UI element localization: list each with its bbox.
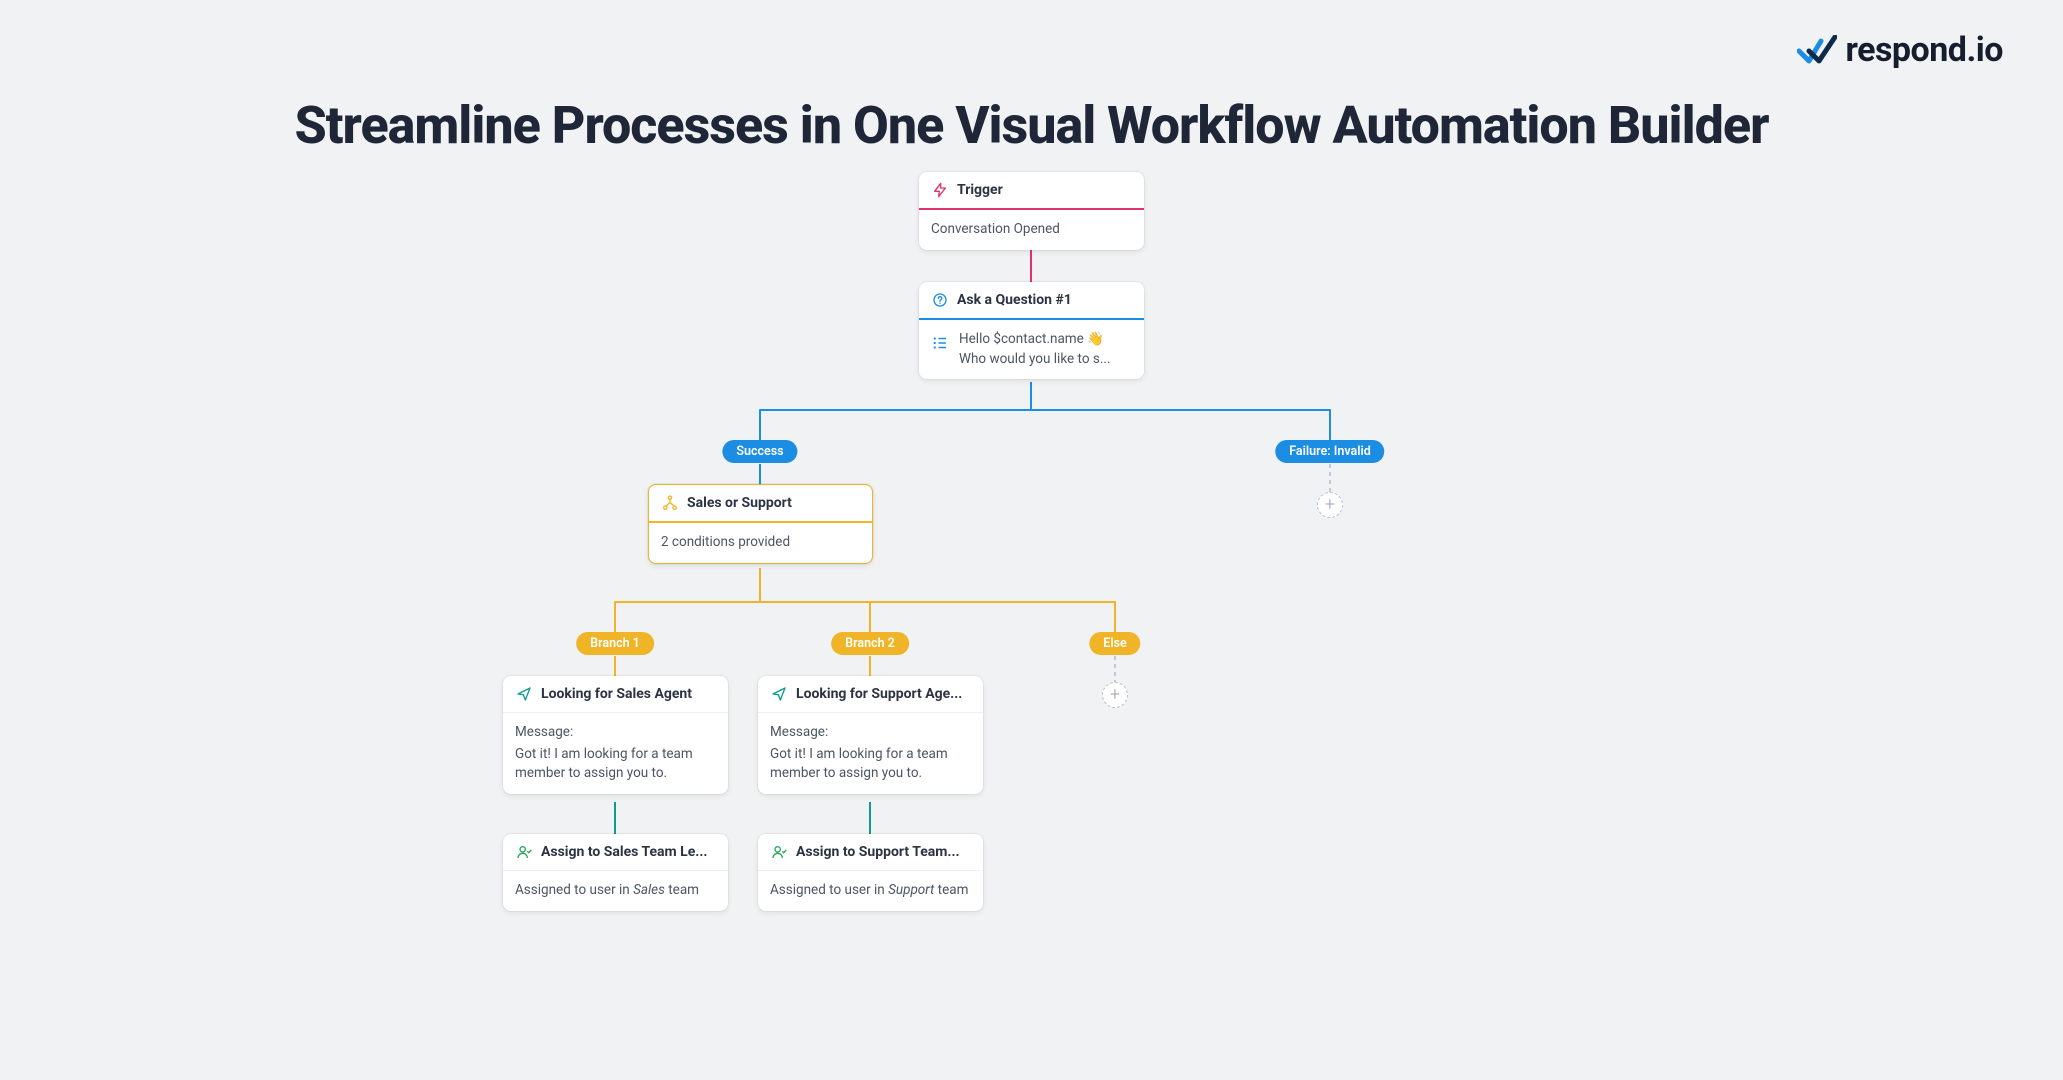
send-icon: [770, 685, 788, 703]
workflow-canvas[interactable]: Trigger Conversation Opened Ask a Questi…: [0, 170, 2063, 1080]
node-title: Looking for Sales Agent: [541, 686, 692, 702]
trigger-icon: [931, 181, 949, 199]
node-message-support[interactable]: Looking for Support Age... Message: Got …: [758, 676, 983, 794]
node-ask-question[interactable]: Ask a Question #1 Hello $contact.name 👋 …: [919, 282, 1144, 379]
page-title: Streamline Processes in One Visual Workf…: [0, 95, 2063, 156]
node-title: Trigger: [957, 182, 1003, 198]
node-body: Assigned to user in Support team: [758, 871, 983, 911]
brand-checkmark-icon: [1797, 35, 1837, 65]
pill-success[interactable]: Success: [722, 440, 797, 463]
node-title: Sales or Support: [687, 495, 792, 511]
pill-branch-2[interactable]: Branch 2: [831, 632, 909, 655]
node-body: Assigned to user in Sales team: [503, 871, 728, 911]
node-body: Message: Got it! I am looking for a team…: [503, 713, 728, 794]
pill-branch-1[interactable]: Branch 1: [576, 632, 654, 655]
node-assign-sales[interactable]: Assign to Sales Team Le... Assigned to u…: [503, 834, 728, 911]
branch-icon: [661, 494, 679, 512]
list-icon: [931, 334, 949, 352]
node-message-sales[interactable]: Looking for Sales Agent Message: Got it!…: [503, 676, 728, 794]
pill-failure[interactable]: Failure: Invalid: [1275, 440, 1384, 463]
node-body: 2 conditions provided: [649, 523, 872, 563]
add-step-else[interactable]: +: [1102, 682, 1128, 708]
send-icon: [515, 685, 533, 703]
assign-user-icon: [515, 843, 533, 861]
pill-else[interactable]: Else: [1089, 632, 1140, 655]
node-body: Hello $contact.name 👋 Who would you like…: [959, 330, 1111, 369]
node-assign-support[interactable]: Assign to Support Team... Assigned to us…: [758, 834, 983, 911]
brand-name: respond.io: [1845, 30, 2003, 70]
assign-user-icon: [770, 843, 788, 861]
node-trigger[interactable]: Trigger Conversation Opened: [919, 172, 1144, 250]
node-body: Conversation Opened: [919, 210, 1144, 250]
node-branch-sales-or-support[interactable]: Sales or Support 2 conditions provided: [648, 484, 873, 564]
node-title: Assign to Support Team...: [796, 844, 960, 860]
node-title: Ask a Question #1: [957, 292, 1072, 308]
brand-logo: respond.io: [1797, 30, 2003, 70]
add-step-failure[interactable]: +: [1317, 492, 1343, 518]
node-title: Looking for Support Age...: [796, 686, 962, 702]
question-icon: [931, 291, 949, 309]
node-title: Assign to Sales Team Le...: [541, 844, 707, 860]
node-body: Message: Got it! I am looking for a team…: [758, 713, 983, 794]
